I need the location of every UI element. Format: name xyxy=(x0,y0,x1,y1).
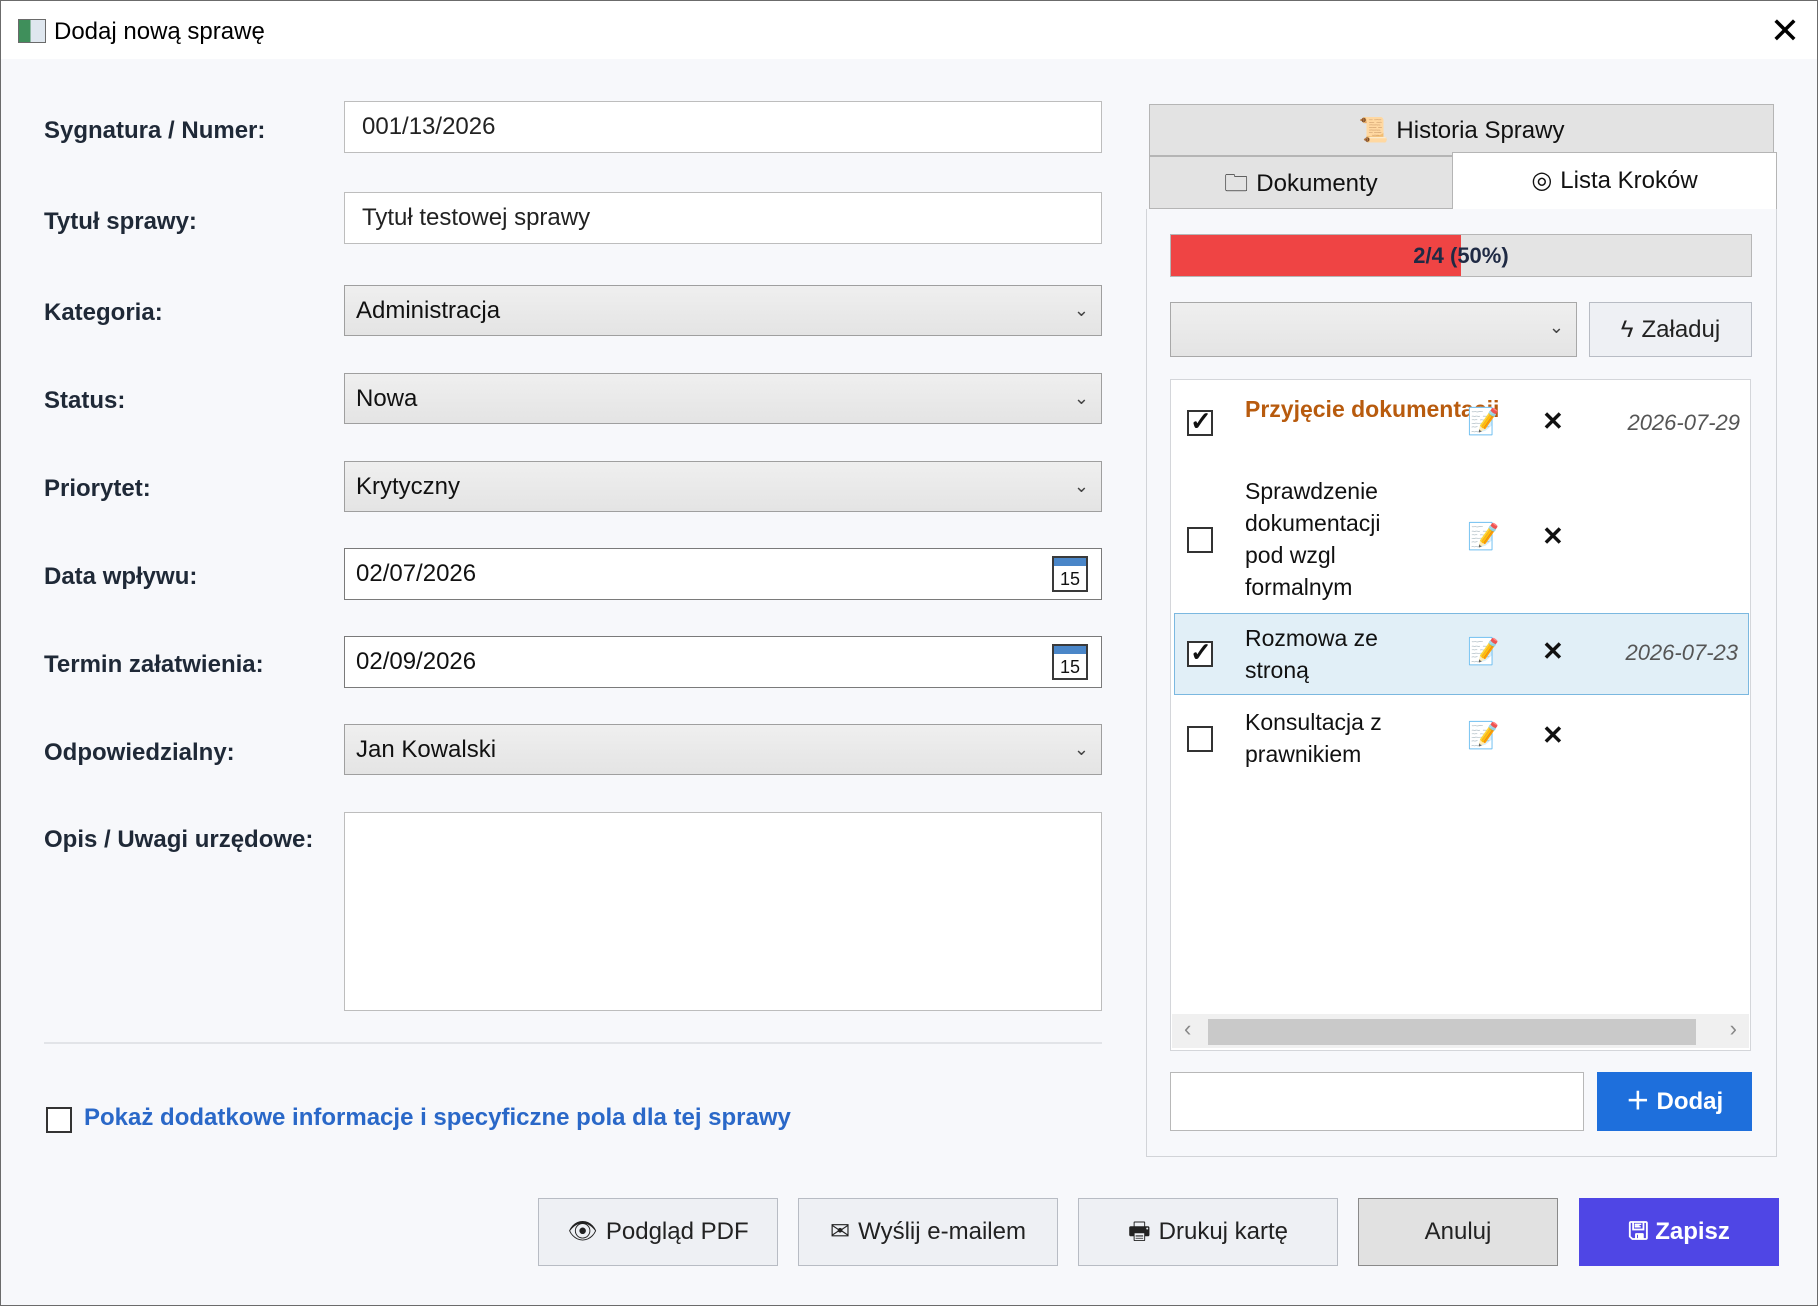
new-step-input[interactable] xyxy=(1170,1072,1584,1131)
plus-icon: ＋ xyxy=(1625,1088,1657,1115)
responsible-label: Odpowiedzialny: xyxy=(44,739,235,766)
case-title-input[interactable]: Tytuł testowej sprawy xyxy=(344,192,1102,244)
add-label: Dodaj xyxy=(1656,1088,1724,1115)
divider xyxy=(44,1042,1102,1044)
tab-history-label: Historia Sprawy xyxy=(1396,117,1565,144)
chevron-down-icon: ⌄ xyxy=(1073,300,1089,320)
received-date-picker[interactable]: 02/07/2026 15 xyxy=(344,548,1102,600)
folder-icon: 🗀 xyxy=(1224,170,1249,197)
edit-icon[interactable]: 📝 xyxy=(1467,720,1499,751)
step-name: Rozmowa ze stroną xyxy=(1245,625,1378,683)
signature-label: Sygnatura / Numer: xyxy=(44,117,266,144)
step-date: 2026-07-23 xyxy=(1625,640,1738,665)
delete-icon[interactable]: ✕ xyxy=(1542,406,1564,437)
step-checkbox[interactable] xyxy=(1187,726,1213,752)
progress-text: 2/4 (50%) xyxy=(1413,243,1509,268)
description-textarea[interactable] xyxy=(344,812,1102,1011)
step-row-selected[interactable]: Rozmowa ze stroną 📝 ✕ 2026-07-23 xyxy=(1174,613,1749,695)
case-title-label: Tytuł sprawy: xyxy=(44,208,197,235)
priority-value: Krytyczny xyxy=(356,473,461,500)
step-date: 2026-07-29 xyxy=(1627,410,1740,435)
description-label: Opis / Uwagi urzędowe: xyxy=(44,826,314,853)
eye-icon: 👁 xyxy=(567,1218,598,1245)
lightning-icon: ϟ xyxy=(1620,316,1634,343)
cancel-button[interactable]: Anuluj xyxy=(1358,1198,1558,1266)
category-select[interactable]: Administracja ⌄ xyxy=(344,285,1102,336)
scroll-left-icon[interactable]: ‹ xyxy=(1184,1016,1191,1042)
deadline-date-value: 02/09/2026 xyxy=(356,648,477,675)
deadline-label: Termin załatwienia: xyxy=(44,651,264,678)
chevron-down-icon: ⌄ xyxy=(1548,317,1564,337)
category-value: Administracja xyxy=(356,297,501,324)
print-label: Drukuj kartę xyxy=(1158,1218,1289,1245)
received-date-value: 02/07/2026 xyxy=(356,560,477,587)
pdf-label: Podgląd PDF xyxy=(605,1218,749,1245)
step-name: Konsultacja z prawnikiem xyxy=(1245,709,1382,767)
dialog-window: Dodaj nową sprawę ✕ Sygnatura / Numer: 0… xyxy=(0,0,1818,1306)
edit-icon[interactable]: 📝 xyxy=(1467,636,1499,667)
horizontal-scrollbar[interactable]: ‹ › xyxy=(1172,1014,1749,1048)
load-label: Załaduj xyxy=(1641,316,1721,343)
envelope-icon: ✉ xyxy=(830,1218,851,1245)
delete-icon[interactable]: ✕ xyxy=(1542,720,1564,751)
step-row: Sprawdzenie dokumentacji pod wzgl formal… xyxy=(1171,475,1750,600)
window-title: Dodaj nową sprawę xyxy=(54,18,265,45)
chevron-down-icon: ⌄ xyxy=(1073,476,1089,496)
template-select[interactable]: ⌄ xyxy=(1170,302,1577,357)
step-row: Konsultacja z prawnikiem 📝 ✕ xyxy=(1171,698,1750,782)
deadline-date-picker[interactable]: 02/09/2026 15 xyxy=(344,636,1102,688)
responsible-select[interactable]: Jan Kowalski ⌄ xyxy=(344,724,1102,775)
step-name: Przyjęcie dokumentacji xyxy=(1245,396,1500,422)
app-icon xyxy=(18,19,46,43)
priority-label: Priorytet: xyxy=(44,475,151,502)
status-select[interactable]: Nowa ⌄ xyxy=(344,373,1102,424)
target-icon: ◎ xyxy=(1531,167,1553,194)
scroll-icon: 📜 xyxy=(1358,117,1389,144)
send-email-button[interactable]: ✉ Wyślij e-mailem xyxy=(798,1198,1058,1266)
save-button[interactable]: 🖫 Zapisz xyxy=(1579,1198,1779,1266)
category-label: Kategoria: xyxy=(44,299,163,326)
printer-icon: 🖶 xyxy=(1127,1218,1151,1245)
tab-history[interactable]: 📜 Historia Sprawy xyxy=(1149,104,1774,156)
step-checkbox[interactable] xyxy=(1187,406,1213,437)
signature-input[interactable]: 001/13/2026 xyxy=(344,101,1102,153)
tab-steps-label: Lista Kroków xyxy=(1560,167,1698,194)
load-template-button[interactable]: ϟ Załaduj xyxy=(1589,302,1752,357)
pdf-preview-button[interactable]: 👁 Podgląd PDF xyxy=(538,1198,778,1266)
delete-icon[interactable]: ✕ xyxy=(1542,636,1564,667)
extra-info-checkbox[interactable] xyxy=(46,1107,72,1133)
title-bar: Dodaj nową sprawę ✕ xyxy=(1,1,1817,59)
status-label: Status: xyxy=(44,387,126,414)
priority-select[interactable]: Krytyczny ⌄ xyxy=(344,461,1102,512)
status-value: Nowa xyxy=(356,385,418,412)
tab-steps[interactable]: ◎ Lista Kroków xyxy=(1452,152,1777,210)
cancel-label: Anuluj xyxy=(1424,1218,1492,1245)
step-row: Przyjęcie dokumentacji 📝 ✕ 2026-07-29 xyxy=(1171,380,1750,470)
close-icon[interactable]: ✕ xyxy=(1765,11,1805,51)
step-name: Sprawdzenie dokumentacji pod wzgl formal… xyxy=(1245,478,1381,600)
floppy-icon: 🖫 xyxy=(1628,1218,1656,1245)
steps-list: Przyjęcie dokumentacji 📝 ✕ 2026-07-29 Sp… xyxy=(1170,379,1751,1051)
calendar-icon[interactable]: 15 xyxy=(1052,644,1088,680)
scrollbar-thumb[interactable] xyxy=(1208,1019,1696,1045)
extra-info-label[interactable]: Pokaż dodatkowe informacje i specyficzne… xyxy=(84,1104,791,1132)
edit-icon[interactable]: 📝 xyxy=(1467,521,1499,552)
delete-icon[interactable]: ✕ xyxy=(1542,521,1564,552)
chevron-down-icon: ⌄ xyxy=(1073,739,1089,759)
chevron-down-icon: ⌄ xyxy=(1073,388,1089,408)
add-step-button[interactable]: ＋ Dodaj xyxy=(1597,1072,1752,1131)
responsible-value: Jan Kowalski xyxy=(356,736,497,763)
received-date-label: Data wpływu: xyxy=(44,563,198,590)
scroll-right-icon[interactable]: › xyxy=(1730,1016,1737,1042)
step-checkbox[interactable] xyxy=(1187,527,1213,553)
tab-documents-label: Dokumenty xyxy=(1256,170,1378,197)
steps-progress-bar: 2/4 (50%) xyxy=(1170,234,1752,277)
step-checkbox[interactable] xyxy=(1187,637,1213,668)
edit-icon[interactable]: 📝 xyxy=(1467,406,1499,437)
email-label: Wyślij e-mailem xyxy=(858,1218,1026,1245)
calendar-icon[interactable]: 15 xyxy=(1052,556,1088,592)
tab-documents[interactable]: 🗀 Dokumenty xyxy=(1149,156,1453,209)
print-card-button[interactable]: 🖶 Drukuj kartę xyxy=(1078,1198,1338,1266)
save-label: Zapisz xyxy=(1655,1218,1730,1245)
